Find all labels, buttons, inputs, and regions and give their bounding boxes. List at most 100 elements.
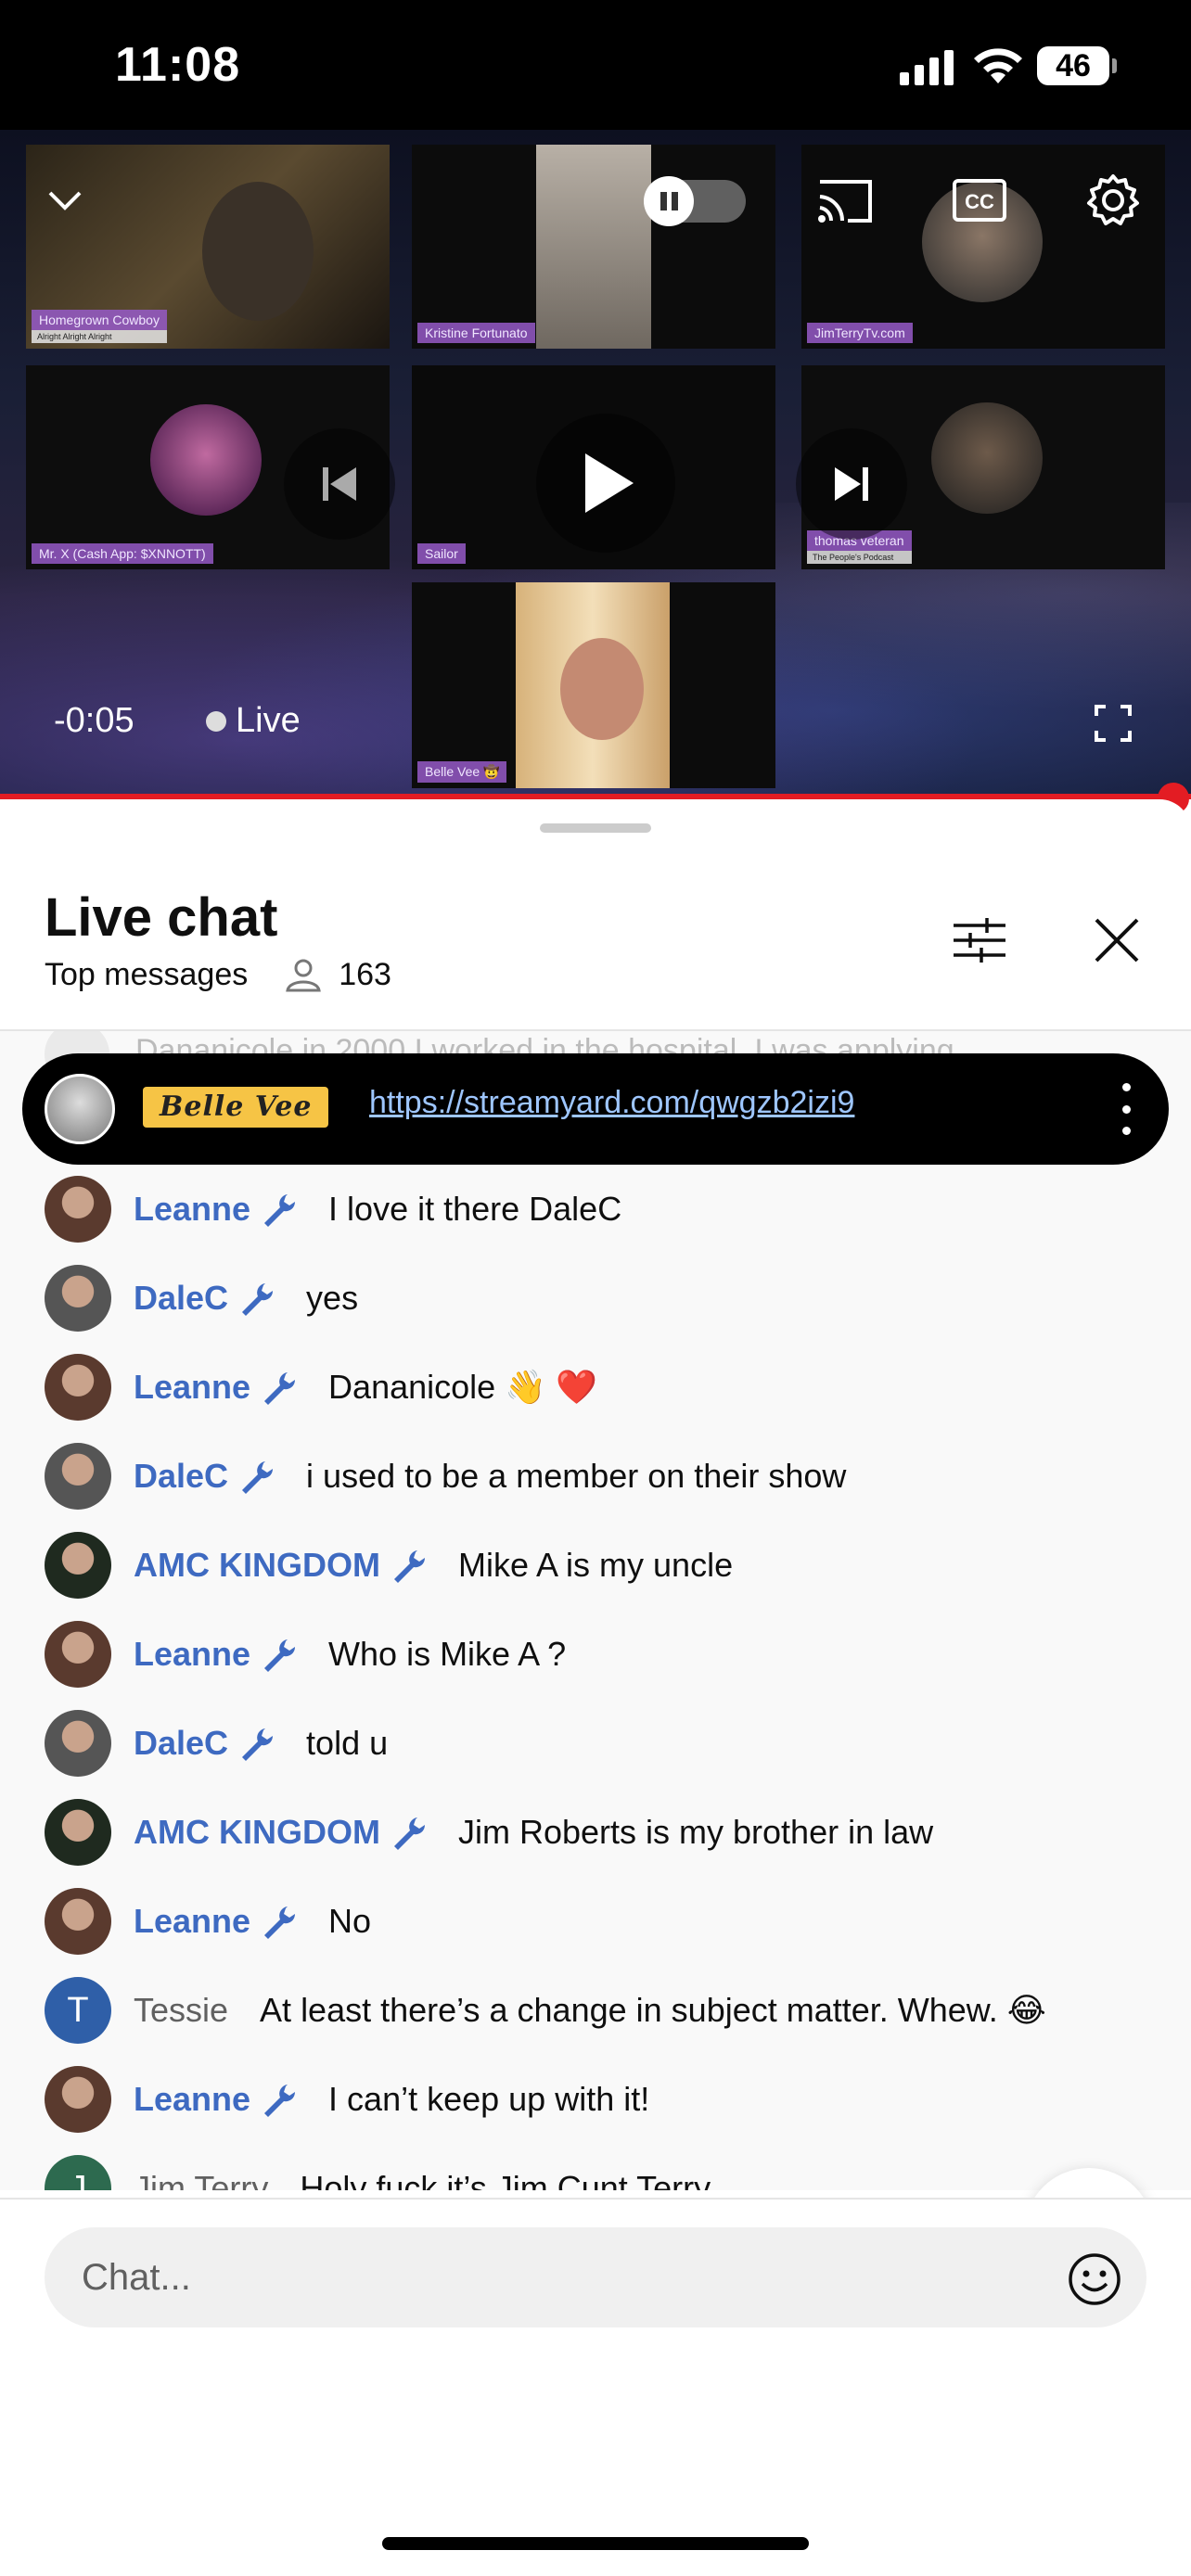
pinned-message[interactable]: Belle Vee https://streamyard.com/qwgzb2i… [22, 1053, 1169, 1165]
avatar[interactable]: T [45, 1977, 111, 2044]
chat-message[interactable]: DaleC i used to be a member on their show [0, 1432, 1191, 1521]
next-button[interactable] [796, 428, 907, 540]
message-text: Jim Roberts is my brother in law [457, 1813, 934, 1851]
live-indicator[interactable]: Live [206, 701, 301, 741]
drag-handle[interactable] [540, 823, 651, 833]
message-text: yes [306, 1279, 359, 1317]
avatar[interactable] [45, 1354, 111, 1421]
author-name[interactable]: DaleC [134, 1724, 228, 1763]
participant-tagline: The People's Podcast [807, 551, 912, 564]
message-text: I love it there DaleC [328, 1190, 622, 1228]
closed-captions-icon[interactable]: CC [952, 178, 1007, 223]
message-line: DaleC i used to be a member on their show [134, 1457, 846, 1496]
chat-mode-selector[interactable]: Top messages [45, 957, 248, 993]
chat-message[interactable]: J Jim Terry Holy fuck it’s Jim Cunt Terry [0, 2144, 1191, 2190]
participant-name: Homegrown Cowboy [32, 310, 167, 330]
live-label: Live [236, 701, 301, 740]
wrench-icon [264, 1194, 296, 1227]
wifi-icon [974, 48, 1022, 83]
avatar[interactable] [45, 1176, 111, 1243]
video-player[interactable]: Homegrown Cowboy Alright Alright Alright … [0, 130, 1191, 799]
message-line: Leanne Dananicole 👋 ❤️ [134, 1368, 597, 1407]
author-name[interactable]: Leanne [134, 1190, 250, 1229]
message-line: AMC KINGDOM Jim Roberts is my brother in … [134, 1813, 933, 1852]
author-name[interactable]: Leanne [134, 1635, 250, 1674]
author-name[interactable]: DaleC [134, 1457, 228, 1496]
participant-tile: Homegrown Cowboy Alright Alright Alright [26, 145, 390, 349]
message-line: DaleC yes [134, 1279, 358, 1318]
chat-message[interactable]: Leanne Who is Mike A ? [0, 1610, 1191, 1699]
emoji-icon[interactable] [1067, 2251, 1122, 2307]
avatar[interactable] [45, 1443, 111, 1510]
pinned-link[interactable]: https://streamyard.com/qwgzb2izi9 [369, 1085, 854, 1121]
avatar[interactable] [45, 1710, 111, 1777]
message-text: At least there’s a change in subject mat… [260, 1991, 1046, 2029]
avatar[interactable] [45, 1888, 111, 1955]
message-line: Leanne I can’t keep up with it! [134, 2080, 649, 2119]
author-name[interactable]: AMC KINGDOM [134, 1813, 380, 1852]
avatar[interactable] [45, 1799, 111, 1866]
participant-name: Sailor [417, 543, 466, 564]
chat-message[interactable]: Leanne No [0, 1877, 1191, 1966]
message-text: Holy fuck it’s Jim Cunt Terry [300, 2169, 711, 2190]
avatar[interactable] [45, 2066, 111, 2133]
avatar[interactable] [45, 1265, 111, 1332]
more-vert-icon[interactable] [1115, 1083, 1137, 1135]
author-name[interactable]: Leanne [134, 1902, 250, 1941]
chat-input[interactable] [45, 2227, 1146, 2327]
author-name[interactable]: AMC KINGDOM [134, 1546, 380, 1585]
chat-message[interactable]: DaleC yes [0, 1254, 1191, 1343]
author-name[interactable]: Leanne [134, 1368, 250, 1407]
participant-tile: Kristine Fortunato [412, 145, 775, 349]
chat-message-list[interactable]: Dananicole in 2000 I worked in the hospi… [0, 1031, 1191, 2190]
wrench-icon [264, 1372, 296, 1405]
avatar[interactable] [45, 1532, 111, 1599]
author-name[interactable]: Leanne [134, 2080, 250, 2119]
wrench-icon [242, 1283, 274, 1316]
author-name[interactable]: Tessie [134, 1991, 228, 2030]
chat-message[interactable]: Leanne I love it there DaleC [0, 1165, 1191, 1254]
wrench-icon [242, 1728, 274, 1761]
svg-text:CC: CC [965, 190, 994, 213]
avatar[interactable]: J [45, 2155, 111, 2190]
chat-message[interactable]: Leanne I can’t keep up with it! [0, 2055, 1191, 2144]
wrench-icon [264, 1639, 296, 1672]
person-icon [286, 959, 322, 991]
message-line: Leanne I love it there DaleC [134, 1190, 621, 1229]
status-time: 11:08 [115, 38, 241, 92]
chat-subtitle: Top messages 163 [45, 957, 391, 993]
cast-icon[interactable] [816, 174, 876, 226]
next-icon [835, 467, 868, 501]
participant-name: Mr. X (Cash App: $XNNOTT) [32, 543, 213, 564]
author-name[interactable]: DaleC [134, 1279, 228, 1318]
message-text: Mike A is my uncle [457, 1546, 734, 1584]
time-remaining: -0:05 [54, 701, 134, 740]
chat-message[interactable]: DaleC told u [0, 1699, 1191, 1788]
participant-name: Belle Vee 🤠 [417, 761, 507, 783]
chat-message[interactable]: AMC KINGDOM Jim Roberts is my brother in … [0, 1788, 1191, 1877]
settings-gear-icon[interactable] [1085, 172, 1141, 228]
viewer-count-value: 163 [339, 957, 391, 992]
home-indicator [382, 2537, 809, 2550]
chat-message[interactable]: T Tessie At least there’s a change in subj… [0, 1966, 1191, 2055]
previous-button[interactable] [284, 428, 395, 540]
author-name[interactable]: Jim Terry [134, 2169, 268, 2190]
avatar[interactable] [45, 1621, 111, 1688]
fullscreen-icon[interactable] [1095, 705, 1132, 742]
message-line: Leanne No [134, 1902, 371, 1941]
chevron-down-icon[interactable] [45, 180, 85, 221]
message-text: No [328, 1902, 372, 1940]
participant-tagline: Alright Alright Alright [32, 330, 167, 343]
message-line: AMC KINGDOM Mike A is my uncle [134, 1546, 733, 1585]
live-dot-icon [206, 710, 226, 732]
chat-message[interactable]: AMC KINGDOM Mike A is my uncle [0, 1521, 1191, 1610]
wrench-icon [242, 1461, 274, 1494]
filter-sliders-icon[interactable] [950, 911, 1009, 970]
participant-name: Kristine Fortunato [417, 323, 535, 343]
autoplay-toggle[interactable] [644, 176, 746, 226]
live-chat-sheet: Live chat Top messages 163 Dananicole in… [0, 799, 1191, 2576]
message-text: I can’t keep up with it! [328, 2080, 650, 2118]
close-icon[interactable] [1087, 911, 1146, 970]
play-button[interactable] [536, 414, 675, 553]
chat-message[interactable]: Leanne Dananicole 👋 ❤️ [0, 1343, 1191, 1432]
